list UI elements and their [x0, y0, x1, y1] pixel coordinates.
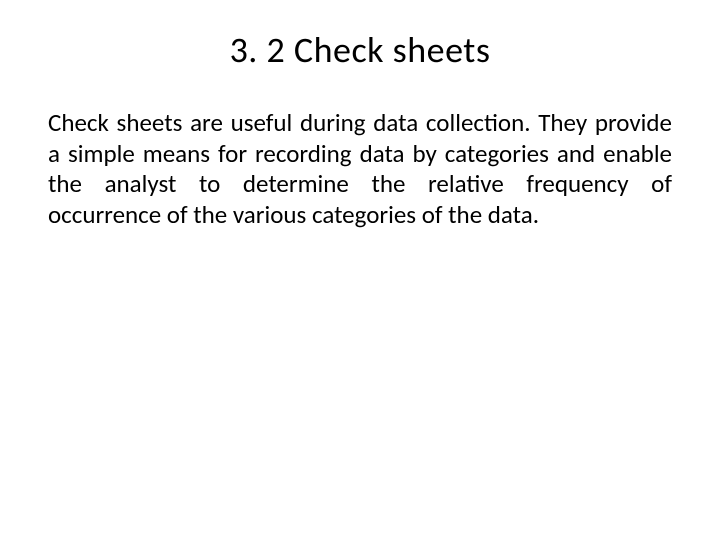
slide-title: 3. 2 Check sheets	[48, 28, 672, 72]
slide-body-text: Check sheets are useful during data coll…	[48, 108, 672, 230]
